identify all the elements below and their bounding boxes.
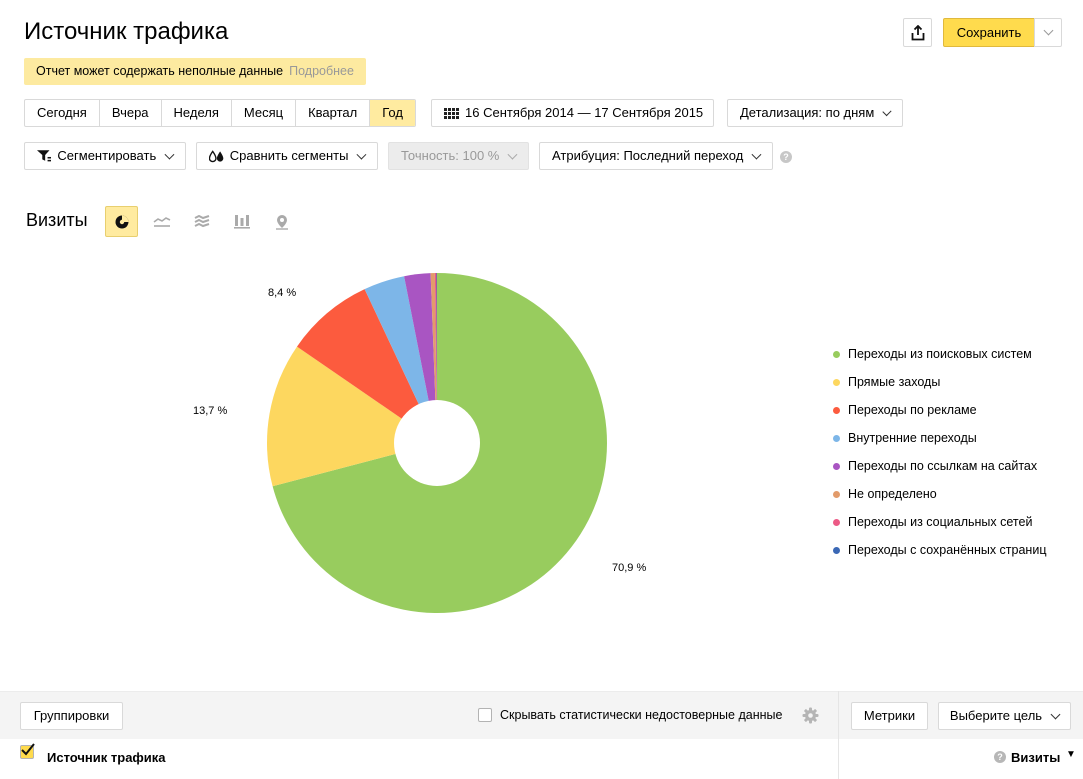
pie-value-label: 13,7 % (193, 405, 228, 417)
legend-color-dot (833, 546, 840, 554)
dimension-checkbox[interactable] (20, 743, 35, 759)
pie-value-label: 8,4 % (268, 287, 297, 299)
legend-color-dot (833, 518, 840, 526)
chart-legend: Переходы из поисковых систем Прямые заход… (833, 340, 1046, 564)
donut-hole (394, 400, 480, 486)
sort-caret-icon[interactable]: ▼ (1066, 749, 1076, 760)
hide-unreliable-checkbox[interactable] (478, 708, 492, 722)
goal-label: Выберите цель (949, 708, 1043, 723)
help-icon[interactable]: ? (994, 751, 1006, 763)
legend-color-dot (833, 434, 840, 442)
gear-icon[interactable] (802, 707, 819, 724)
legend-item[interactable]: Переходы по ссылкам на сайтах (833, 452, 1046, 480)
groupings-button[interactable]: Группировки (20, 702, 123, 730)
legend-color-dot (833, 490, 840, 498)
toolbar-divider (838, 691, 839, 779)
legend-label: Переходы с сохранённых страниц (848, 543, 1047, 557)
legend-label: Переходы из поисковых систем (848, 347, 1032, 361)
legend-item[interactable]: Прямые заходы (833, 368, 1046, 396)
legend-item[interactable]: Переходы по рекламе (833, 396, 1046, 424)
legend-color-dot (833, 406, 840, 414)
legend-label: Внутренние переходы (848, 431, 977, 445)
legend-item[interactable]: Внутренние переходы (833, 424, 1046, 452)
legend-item[interactable]: Переходы из поисковых систем (833, 340, 1046, 368)
legend-item[interactable]: Переходы из социальных сетей (833, 508, 1046, 536)
legend-color-dot (833, 462, 840, 470)
legend-color-dot (833, 378, 840, 386)
legend-color-dot (833, 350, 840, 358)
hide-unreliable-label[interactable]: Скрывать статистически недостоверные дан… (500, 708, 782, 722)
legend-label: Переходы по ссылкам на сайтах (848, 459, 1038, 473)
metrics-button[interactable]: Метрики (851, 702, 928, 730)
legend-label: Переходы по рекламе (848, 403, 977, 417)
legend-item[interactable]: Переходы с сохранённых страниц (833, 536, 1046, 564)
legend-label: Переходы из социальных сетей (848, 515, 1033, 529)
legend-label: Прямые заходы (848, 375, 941, 389)
legend-item[interactable]: Не определено (833, 480, 1046, 508)
legend-label: Не определено (848, 487, 937, 501)
dimension-header[interactable]: Источник трафика (47, 750, 166, 765)
goal-dropdown[interactable]: Выберите цель (938, 702, 1071, 730)
pie-value-label: 70,9 % (612, 562, 647, 574)
chevron-down-icon (1050, 709, 1061, 719)
metric-column-header[interactable]: Визиты (1011, 750, 1060, 765)
check-icon (21, 743, 35, 756)
